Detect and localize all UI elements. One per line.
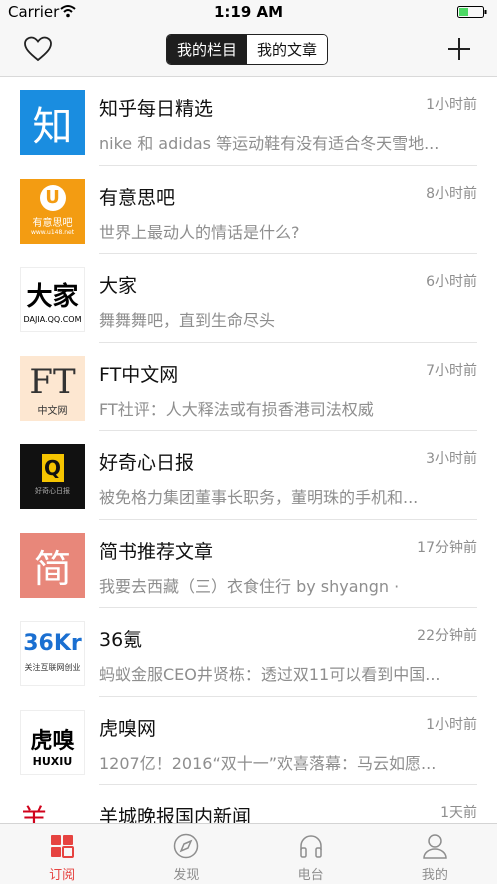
tab-label: 电台	[297, 868, 324, 883]
list-item[interactable]: 虎嗅 HUXIU 虎嗅网 1小时前 1207亿！2016“双十一”欢喜落幕：马云…	[0, 697, 497, 785]
list-item-title: 羊城晚报国内新闻	[99, 806, 252, 823]
huxiu-logo: 虎嗅 HUXIU	[20, 709, 85, 775]
list-item-time: 1小时前	[426, 97, 477, 113]
list-item-summary: 蚂蚁金服CEO井贤栋：透过双11可以看到中国...	[99, 665, 441, 684]
status-bar: Carrier 1:19 AM	[0, 0, 497, 24]
yangcheng-logo: 羊	[20, 798, 85, 823]
list-item[interactable]: FT 中文网 FT中文网 7小时前 FT社评：人大释法或有损香港司法权威	[0, 343, 497, 431]
list-item-title: 简书推荐文章	[99, 540, 214, 563]
compass-icon	[174, 833, 199, 859]
youyisiba-logo: U 有意思吧 www.u148.net	[20, 178, 85, 244]
status-time: 1:19 AM	[213, 3, 284, 21]
list-item-summary: nike 和 adidas 等运动鞋有没有适合冬天雪地...	[99, 134, 440, 153]
list-item-time: 17分钟前	[417, 539, 477, 556]
tab-discover[interactable]: 发现	[124, 824, 248, 884]
battery-icon	[457, 6, 487, 18]
list-item-title: 知乎每日精选	[99, 98, 214, 120]
qdaily-logo: Q 好奇心日报	[20, 444, 85, 509]
tab-label: 发现	[173, 868, 200, 883]
list-item-title: 虎嗅网	[99, 717, 157, 740]
list-item-time: 3小时前	[426, 451, 477, 467]
plus-icon[interactable]	[447, 37, 471, 61]
person-icon	[423, 834, 447, 859]
list-item[interactable]: 知 知乎每日精选 1小时前 nike 和 adidas 等运动鞋有没有适合冬天雪…	[0, 77, 497, 166]
list-item-title: 36氪	[99, 629, 143, 651]
list-item[interactable]: 简 简书推荐文章 17分钟前 我要去西藏（三）衣食住行 by shyangn ·	[0, 520, 497, 608]
navigation-bar: 我的栏目 我的文章	[0, 24, 497, 77]
list-item-summary: 1207亿！2016“双十一”欢喜落幕：马云如愿...	[99, 753, 437, 773]
list-item-summary: 世界上最动人的情话是什么?	[99, 222, 300, 242]
tab-bar: 订阅 发现 电台 我的	[0, 823, 497, 884]
heart-icon[interactable]	[24, 36, 52, 62]
tab-radio[interactable]: 电台	[249, 824, 373, 884]
logo-u-icon: U	[39, 184, 66, 211]
list-item-time: 6小时前	[426, 274, 477, 290]
list-item-summary: 舞舞舞吧，直到生命尽头	[99, 311, 276, 330]
list-item-title: 大家	[99, 275, 138, 297]
dajia-logo: 大家 DAJIA.QQ.COM	[20, 267, 85, 332]
segment-my-columns[interactable]: 我的栏目	[167, 35, 247, 64]
list-item-time: 22分钟前	[417, 628, 477, 644]
subscribe-grid-icon	[51, 835, 75, 858]
tab-me[interactable]: 我的	[373, 824, 497, 884]
list-item-summary: 我要去西藏（三）衣食住行 by shyangn ·	[99, 576, 400, 596]
list-item-time: 1小时前	[426, 716, 477, 733]
ft-chinese-logo: FT 中文网	[20, 355, 85, 421]
list-item-summary: FT社评：人大释法或有损香港司法权威	[99, 399, 374, 419]
list-item-time: 7小时前	[426, 362, 477, 379]
list-item[interactable]: 大家 DAJIA.QQ.COM 大家 6小时前 舞舞舞吧，直到生命尽头	[0, 254, 497, 343]
jianshu-logo: 简	[20, 532, 85, 598]
list-item-time: 1天前	[440, 805, 477, 821]
list-item[interactable]: U 有意思吧 www.u148.net 有意思吧 8小时前 世界上最动人的情话是…	[0, 166, 497, 254]
list-item[interactable]: 36Kr 关注互联网创业 36氪 22分钟前 蚂蚁金服CEO井贤栋：透过双11可…	[0, 608, 497, 697]
list-item-time: 8小时前	[426, 185, 477, 202]
list-item-summary: 被免格力集团董事长职务，董明珠的手机和...	[99, 488, 419, 507]
segment-my-articles[interactable]: 我的文章	[247, 35, 327, 64]
segmented-control: 我的栏目 我的文章	[166, 34, 328, 65]
list-item-title: 有意思吧	[99, 186, 176, 209]
list-item[interactable]: 羊 羊城晚报国内新闻 1天前	[0, 785, 497, 823]
headphones-icon	[299, 835, 322, 858]
zhihu-logo: 知	[20, 90, 85, 155]
tab-subscribe[interactable]: 订阅	[0, 824, 124, 884]
subscription-list: 知 知乎每日精选 1小时前 nike 和 adidas 等运动鞋有没有适合冬天雪…	[0, 77, 497, 823]
36kr-logo: 36Kr 关注互联网创业	[20, 621, 85, 686]
tab-label: 订阅	[49, 868, 76, 883]
list-item-title: FT中文网	[99, 363, 179, 386]
list-item[interactable]: Q 好奇心日报 好奇心日报 3小时前 被免格力集团董事长职务，董明珠的手机和..…	[0, 431, 497, 520]
tab-label: 我的	[421, 868, 448, 883]
list-item-title: 好奇心日报	[99, 452, 195, 474]
